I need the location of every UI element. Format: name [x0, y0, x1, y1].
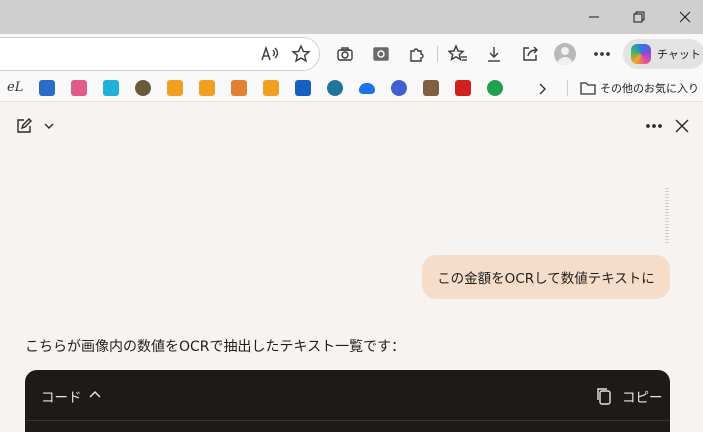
folder-icon[interactable]	[580, 80, 596, 95]
other-favorites-folder[interactable]: その他のお気に入り	[600, 80, 703, 96]
browser-toolbar: チャット	[0, 34, 703, 74]
extension-box-icon	[373, 47, 389, 61]
extensions-button[interactable]	[405, 42, 429, 66]
extension-button[interactable]	[369, 42, 393, 66]
more-horizontal-icon	[594, 52, 610, 56]
bookmark-favicon-icon[interactable]	[135, 80, 151, 96]
bookmark-favicon-icon[interactable]	[71, 80, 87, 96]
bookmark-cloud-icon[interactable]	[359, 83, 375, 94]
close-icon	[679, 11, 691, 23]
bookmarks-overflow-button[interactable]	[535, 81, 549, 95]
scrollbar[interactable]	[665, 188, 669, 243]
share-icon	[523, 46, 538, 61]
bookmark-el[interactable]: eL	[7, 80, 23, 95]
bookmark-favicon-icon[interactable]	[263, 80, 279, 96]
copilot-pane: この金額をOCRして数値テキストに こちらが画像内の数値をOCRで抽出したテキス…	[0, 103, 703, 432]
more-menu-button[interactable]	[590, 42, 614, 66]
copilot-label: チャット	[657, 48, 701, 61]
puzzle-icon	[410, 48, 424, 62]
code-label: コード	[41, 390, 82, 406]
bookmark-favicon-icon[interactable]	[39, 80, 55, 96]
share-button[interactable]	[518, 42, 542, 66]
bookmark-favicon-icon[interactable]	[103, 80, 119, 96]
bookmark-favicon-icon[interactable]	[231, 80, 247, 96]
pane-more-button[interactable]	[643, 115, 665, 137]
chevron-right-icon	[539, 83, 546, 95]
close-icon	[675, 119, 689, 133]
bookmark-favicon-icon[interactable]	[391, 80, 407, 96]
read-aloud-button[interactable]	[258, 42, 282, 66]
camera-icon	[337, 47, 353, 61]
compose-icon	[17, 118, 32, 133]
copilot-icon	[631, 44, 651, 64]
assistant-reply-text: こちらが画像内の数値をOCRで抽出したテキスト一覧です：	[25, 339, 406, 355]
bookmark-favicon-icon[interactable]	[295, 80, 311, 96]
code-block-header: コード コピー	[25, 370, 670, 421]
screenshot-button[interactable]	[333, 42, 357, 66]
minimize-icon	[589, 16, 599, 18]
bookmark-favicon-icon[interactable]	[167, 80, 183, 96]
more-horizontal-icon	[646, 124, 662, 128]
profile-avatar[interactable]	[554, 43, 576, 65]
code-block: コード コピー	[25, 370, 670, 432]
bookmark-favicon-icon[interactable]	[487, 80, 503, 96]
new-chat-button[interactable]	[13, 115, 35, 137]
read-aloud-icon	[261, 45, 279, 61]
collapse-code-button[interactable]	[87, 387, 103, 403]
bookmark-favicon-icon[interactable]	[455, 80, 471, 96]
restore-button[interactable]	[616, 0, 662, 34]
downloads-button[interactable]	[482, 42, 506, 66]
new-chat-dropdown[interactable]	[38, 115, 60, 137]
chevron-down-icon	[44, 123, 54, 129]
bookmark-favicon-icon[interactable]	[199, 80, 215, 96]
restore-icon	[633, 11, 645, 23]
copy-button[interactable]: コピー	[622, 386, 663, 406]
bookmarks-separator	[567, 80, 568, 96]
bookmark-wordpress-icon[interactable]	[327, 80, 343, 96]
toolbar-separator	[437, 46, 438, 62]
close-window-button[interactable]	[662, 0, 703, 34]
download-icon	[488, 47, 500, 62]
favorites-button[interactable]	[446, 42, 470, 66]
copy-icon[interactable]	[596, 387, 612, 405]
chevron-up-icon	[89, 390, 101, 398]
bookmarks-bar: eL その他のお気に入り	[0, 74, 703, 102]
bookmark-favicon-icon[interactable]	[423, 80, 439, 96]
copilot-chat-button[interactable]: チャット	[623, 39, 703, 69]
close-pane-button[interactable]	[671, 115, 693, 137]
favorite-star-button[interactable]	[289, 42, 313, 66]
window-title-bar	[0, 0, 703, 34]
minimize-button[interactable]	[571, 0, 617, 34]
favorites-icon	[448, 44, 467, 61]
star-icon	[291, 44, 311, 63]
user-message: この金額をOCRして数値テキストに	[422, 255, 670, 299]
